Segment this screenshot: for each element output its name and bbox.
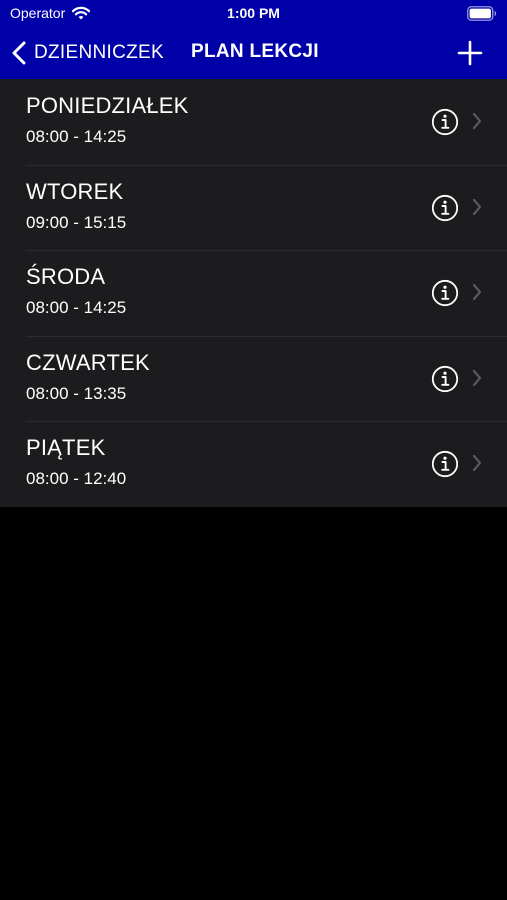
back-button[interactable]: DZIENNICZEK (10, 38, 164, 68)
page-title: PLAN LEKCJI (191, 41, 319, 62)
chevron-left-icon (12, 41, 26, 65)
info-icon[interactable] (431, 279, 459, 307)
list-item[interactable]: WTOREK 09:00 - 15:15 (0, 164, 507, 251)
chevron-right-icon (472, 112, 482, 130)
battery-icon (467, 6, 497, 21)
day-hours: 08:00 - 14:25 (26, 298, 127, 317)
info-icon[interactable] (431, 108, 459, 136)
chevron-right-icon (472, 454, 482, 472)
info-icon[interactable] (431, 450, 459, 478)
status-bar: Operator 1:00 PM (0, 0, 507, 28)
list-item[interactable]: PIĄTEK 08:00 - 12:40 (0, 421, 507, 507)
navigation-bar: DZIENNICZEK PLAN LEKCJI (0, 28, 507, 79)
day-name: ŚRODA (26, 264, 106, 289)
day-hours: 09:00 - 15:15 (26, 212, 127, 232)
day-name: PIĄTEK (26, 435, 106, 460)
list-item[interactable]: PONIEDZIAŁEK 08:00 - 14:25 (0, 79, 507, 165)
chevron-right-icon (472, 369, 482, 386)
schedule-list: PONIEDZIAŁEK 08:00 - 14:25 WTOREK 09:00 … (0, 79, 507, 507)
status-time: 1:00 PM (227, 5, 280, 21)
chevron-right-icon (472, 198, 482, 215)
plus-icon[interactable] (457, 40, 483, 66)
screen: Operator 1:00 PM DZIENNICZEK PLAN LEKCJI… (0, 0, 507, 900)
list-item[interactable]: ŚRODA 08:00 - 14:25 (0, 250, 507, 336)
info-icon[interactable] (431, 194, 459, 222)
day-hours: 08:00 - 12:40 (26, 469, 127, 488)
back-button-label: DZIENNICZEK (34, 42, 164, 63)
day-name: CZWARTEK (26, 349, 150, 375)
day-name: WTOREK (26, 178, 124, 204)
day-hours: 08:00 - 14:25 (26, 127, 127, 146)
chevron-right-icon (472, 283, 482, 301)
day-name: PONIEDZIAŁEK (26, 93, 189, 118)
day-hours: 08:00 - 13:35 (26, 383, 127, 403)
header: Operator 1:00 PM DZIENNICZEK PLAN LEKCJI (0, 0, 507, 79)
list-item[interactable]: CZWARTEK 08:00 - 13:35 (0, 335, 507, 422)
info-icon[interactable] (431, 365, 459, 393)
